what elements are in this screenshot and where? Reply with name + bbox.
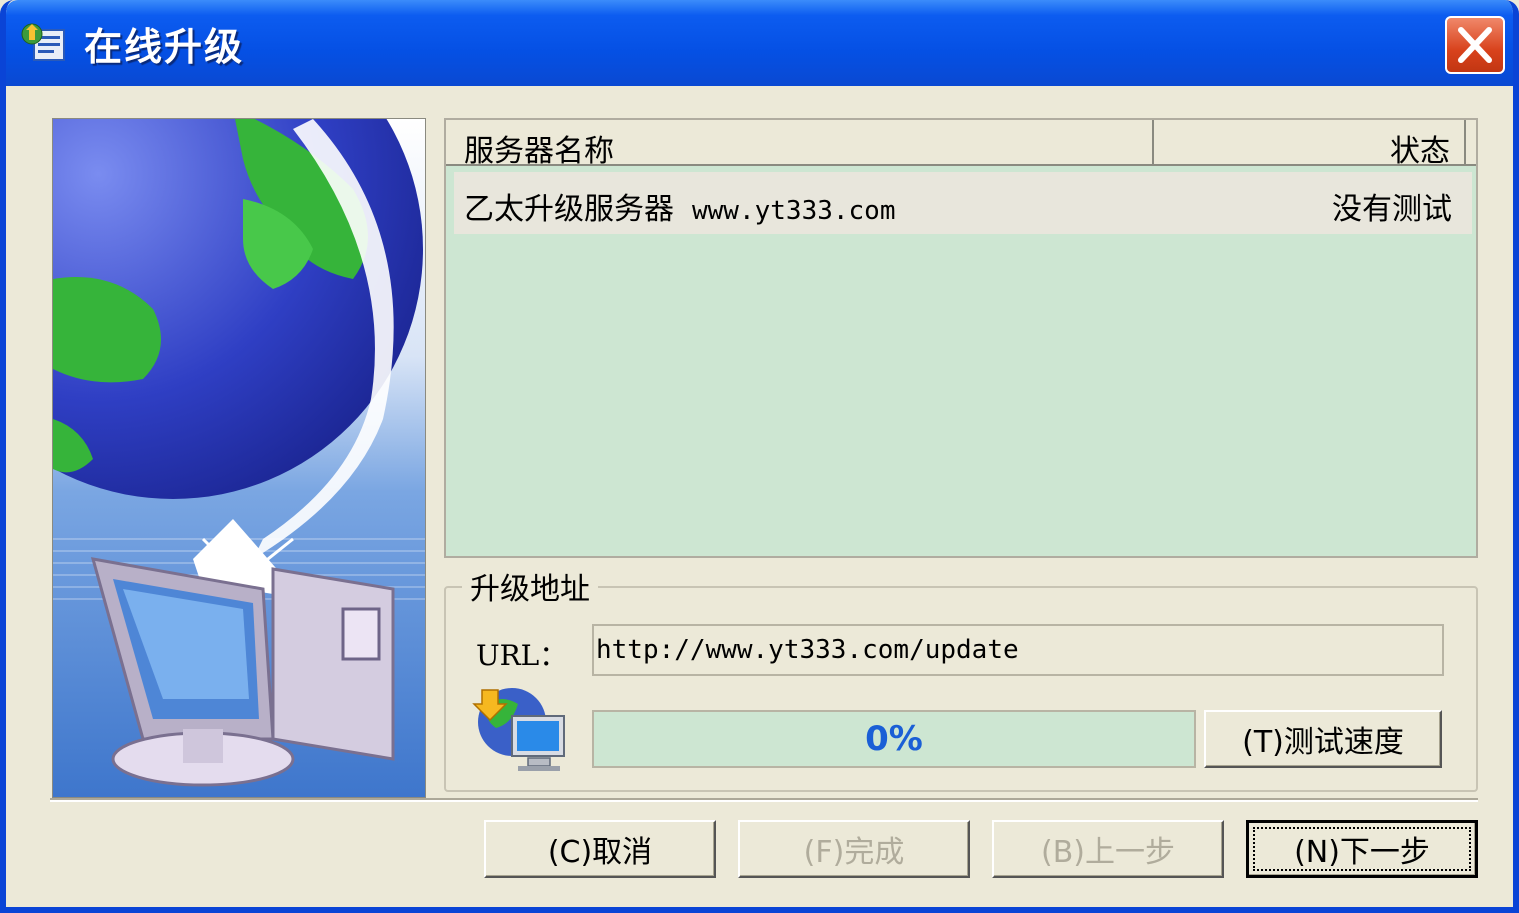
footer-separator bbox=[50, 798, 1478, 802]
upgrade-banner-image bbox=[52, 118, 426, 798]
test-speed-button[interactable]: (T)测试速度 bbox=[1204, 710, 1442, 768]
cancel-button[interactable]: (C)取消 bbox=[484, 820, 716, 878]
progress-percent: 0% bbox=[865, 719, 923, 759]
dialog-body: 服务器名称 状态 乙太升级服务器 www.yt333.com 没有测试 升级地址 … bbox=[6, 86, 1513, 907]
server-list-row[interactable]: 乙太升级服务器 www.yt333.com 没有测试 bbox=[454, 172, 1472, 234]
group-legend: 升级地址 bbox=[462, 564, 598, 608]
server-list-header: 服务器名称 状态 bbox=[446, 120, 1476, 169]
next-button-label: (N)下一步 bbox=[1249, 823, 1475, 875]
close-icon bbox=[1458, 27, 1492, 63]
column-header-status[interactable]: 状态 bbox=[1156, 120, 1466, 169]
network-download-icon bbox=[472, 688, 565, 771]
close-button[interactable] bbox=[1445, 16, 1505, 74]
finish-button[interactable]: (F)完成 bbox=[738, 820, 970, 878]
window-title: 在线升级 bbox=[84, 25, 245, 69]
online-upgrade-dialog: 在线升级 服务器名称 状态 乙太升级服务器 www.yt333.com 没有测试… bbox=[0, 0, 1519, 913]
url-field[interactable] bbox=[592, 624, 1444, 676]
server-name-cell: 乙太升级服务器 www.yt333.com bbox=[464, 192, 896, 227]
upgrade-address-group: 升级地址 URL： 0% (T)测试速度 bbox=[444, 564, 1478, 792]
column-header-server-name[interactable]: 服务器名称 bbox=[446, 120, 1154, 169]
url-input[interactable] bbox=[594, 626, 1442, 674]
update-app-icon bbox=[21, 23, 65, 61]
server-list[interactable]: 服务器名称 状态 乙太升级服务器 www.yt333.com 没有测试 bbox=[444, 118, 1478, 558]
speed-test-progress-bar: 0% bbox=[592, 710, 1196, 768]
title-bar[interactable]: 在线升级 bbox=[6, 0, 1513, 86]
back-button[interactable]: (B)上一步 bbox=[992, 820, 1224, 878]
next-button[interactable]: (N)下一步 bbox=[1246, 820, 1478, 878]
url-label: URL： bbox=[476, 639, 568, 672]
server-status-cell: 没有测试 bbox=[1332, 192, 1452, 227]
